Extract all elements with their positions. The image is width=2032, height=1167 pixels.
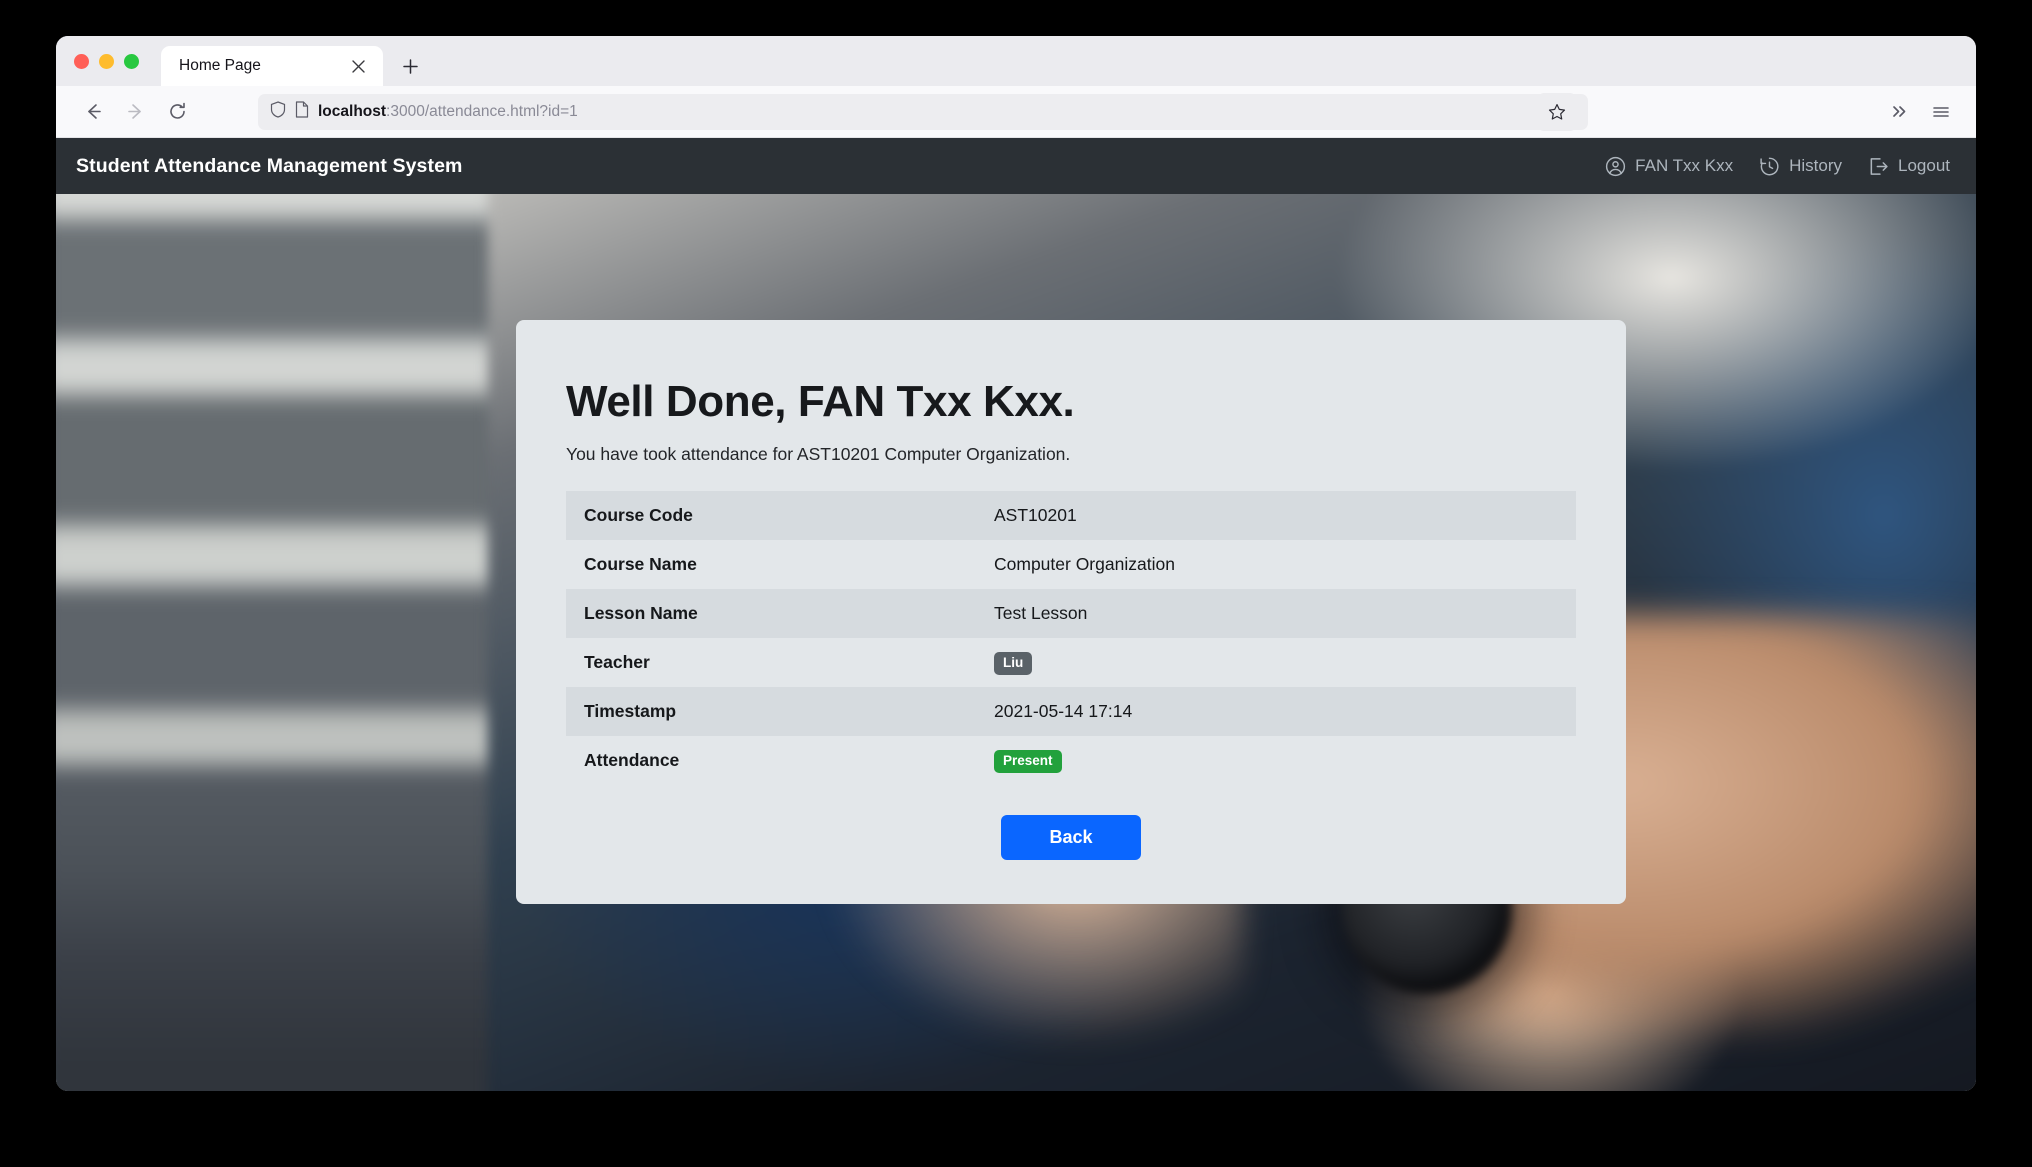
url-path: :3000/attendance.html?id=1: [386, 102, 578, 120]
new-tab-icon[interactable]: [393, 49, 427, 83]
table-row: Lesson Name Test Lesson: [566, 589, 1576, 639]
logout-icon: [1868, 156, 1889, 177]
row-value: Liu: [976, 638, 1576, 687]
nav-link-logout[interactable]: Logout: [1868, 156, 1950, 177]
nav-link-history-label: History: [1789, 156, 1842, 175]
row-value: 2021-05-14 17:14: [994, 701, 1133, 722]
back-button[interactable]: [74, 93, 112, 131]
shield-icon: [270, 100, 286, 123]
close-window-button[interactable]: [74, 53, 89, 69]
table-row: Attendance Present: [566, 736, 1576, 785]
table-row: Timestamp 2021-05-14 17:14: [566, 687, 1576, 737]
row-label: Lesson Name: [584, 603, 698, 624]
nav-link-logout-label: Logout: [1898, 156, 1950, 175]
account-circle-icon: [1605, 156, 1626, 177]
card-actions: Back: [566, 815, 1576, 861]
reload-button[interactable]: [158, 93, 196, 131]
page-subtitle: You have took attendance for AST10201 Co…: [566, 444, 1071, 465]
row-label: Teacher: [584, 652, 650, 673]
attendance-card: Well Done, FAN Txx Kxx. You have took at…: [516, 320, 1626, 905]
url-host: localhost: [318, 102, 387, 120]
window-controls: [74, 36, 161, 86]
table-row: Teacher Liu: [566, 638, 1576, 687]
row-value: Computer Organization: [994, 554, 1175, 575]
row-label: Timestamp: [584, 701, 677, 722]
toolbar-right-actions: [1880, 93, 1960, 131]
url-text: localhost:3000/attendance.html?id=1: [318, 103, 578, 121]
minimize-window-button[interactable]: [99, 53, 114, 69]
app-navbar: Student Attendance Management System FAN…: [56, 138, 1976, 194]
history-icon: [1759, 156, 1780, 177]
browser-window: Home Page localhost:3000/attendance.html…: [56, 36, 1976, 1091]
row-label: Course Name: [584, 554, 697, 575]
app-nav-links: FAN Txx Kxx History Logout: [1605, 156, 1950, 177]
row-label: Course Code: [584, 505, 693, 526]
close-tab-icon[interactable]: [347, 55, 369, 77]
forward-button[interactable]: [116, 93, 154, 131]
page-title: Well Done, FAN Txx Kxx.: [566, 377, 1075, 426]
attendance-details-table: Course Code AST10201 Course Name Compute…: [566, 491, 1576, 785]
nav-link-profile-label: FAN Txx Kxx: [1635, 156, 1734, 175]
row-value: Test Lesson: [994, 603, 1088, 624]
row-value: Present: [976, 736, 1576, 785]
table-row: Course Name Computer Organization: [566, 540, 1576, 589]
table-row: Course Code AST10201: [566, 491, 1576, 541]
tab-title: Home Page: [179, 57, 261, 74]
status-badge: Present: [994, 750, 1062, 773]
teacher-badge: Liu: [994, 652, 1033, 675]
row-value: AST10201: [994, 505, 1077, 526]
tab-strip: Home Page: [56, 36, 1976, 86]
overflow-chevrons-icon[interactable]: [1880, 93, 1918, 131]
back-button[interactable]: Back: [1001, 815, 1141, 861]
page-viewport: Student Attendance Management System FAN…: [56, 138, 1976, 1091]
app-brand-title: Student Attendance Management System: [76, 154, 463, 177]
url-bar[interactable]: localhost:3000/attendance.html?id=1: [258, 92, 1588, 131]
maximize-window-button[interactable]: [124, 53, 139, 69]
browser-tab[interactable]: Home Page: [161, 46, 383, 86]
nav-link-history[interactable]: History: [1759, 156, 1842, 177]
bookmark-icon[interactable]: [1538, 92, 1576, 131]
row-label: Attendance: [584, 750, 680, 771]
attendance-details-body: Course Code AST10201 Course Name Compute…: [566, 491, 1576, 785]
nav-link-profile[interactable]: FAN Txx Kxx: [1605, 156, 1733, 177]
page-document-icon: [295, 100, 309, 123]
hamburger-menu-icon[interactable]: [1922, 93, 1960, 131]
browser-toolbar: localhost:3000/attendance.html?id=1: [56, 86, 1976, 138]
